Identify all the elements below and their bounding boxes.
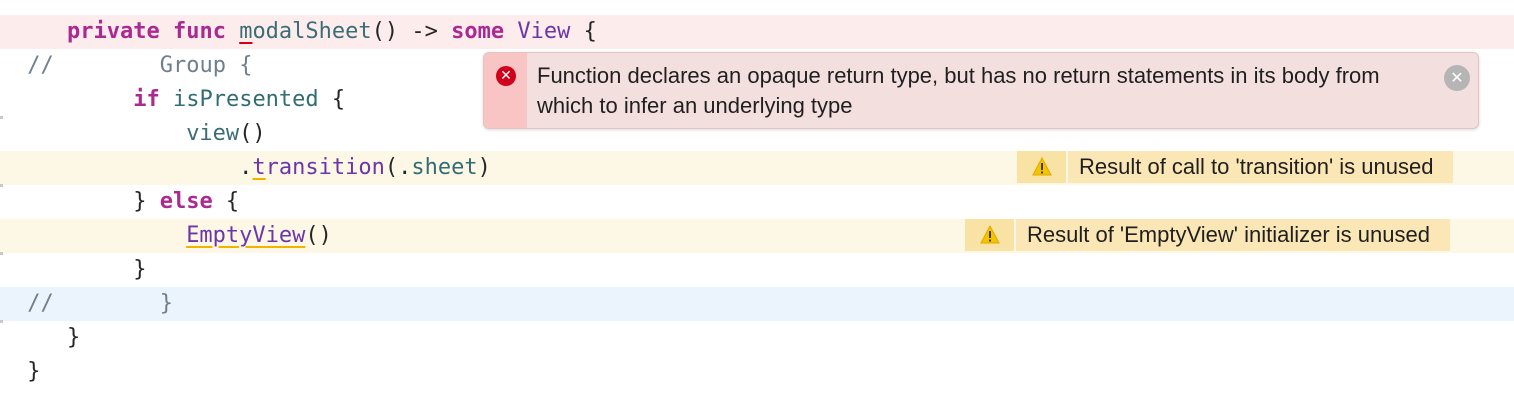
code-line[interactable]: // } xyxy=(0,287,1514,321)
code-token: isPresented xyxy=(172,87,319,112)
warning-triangle-icon xyxy=(1032,157,1052,176)
code-token: private xyxy=(66,19,160,44)
code-token: } xyxy=(159,291,173,316)
code-token: View xyxy=(517,19,571,44)
code-token: } xyxy=(14,189,160,214)
code-token: // xyxy=(14,291,54,316)
close-icon[interactable]: ✕ xyxy=(1444,65,1470,91)
code-token: ) xyxy=(477,155,491,180)
code-token: { xyxy=(212,189,240,214)
code-line[interactable]: } xyxy=(0,253,1514,287)
code-token: () xyxy=(239,121,266,146)
warning-triangle-icon xyxy=(980,225,1000,244)
warning-icon-area xyxy=(1017,151,1066,183)
code-token: t xyxy=(252,155,266,180)
code-line[interactable]: } xyxy=(0,321,1514,355)
code-token: (. xyxy=(384,155,412,180)
code-line[interactable]: } else { xyxy=(0,185,1514,219)
error-popover: ✕ Function declares an opaque return typ… xyxy=(483,52,1479,129)
code-token: EmptyView xyxy=(186,223,306,248)
error-message: Function declares an opaque return type,… xyxy=(537,63,1380,118)
code-token: sheet xyxy=(411,155,478,180)
gutter-marker xyxy=(0,184,3,187)
code-token: ransition xyxy=(265,155,385,180)
code-token: m xyxy=(239,19,253,44)
warning-message: Result of 'EmptyView' initializer is unu… xyxy=(1016,219,1450,251)
warning-message: Result of call to 'transition' is unused xyxy=(1068,151,1454,183)
error-icon-area: ✕ xyxy=(484,53,527,128)
gutter-marker xyxy=(0,320,3,323)
code-token: // xyxy=(14,53,54,78)
error-x-icon: ✕ xyxy=(496,66,516,86)
gutter-marker xyxy=(0,252,3,255)
warning-transition-unused[interactable]: Result of call to 'transition' is unused xyxy=(1017,151,1514,183)
code-token: } xyxy=(14,359,41,384)
code-token: { xyxy=(570,19,597,44)
code-token: } xyxy=(14,325,81,350)
code-line[interactable]: private func modalSheet() -> some View { xyxy=(0,15,1514,49)
code-token: { xyxy=(318,87,346,112)
code-token: if xyxy=(133,87,160,112)
code-token: () xyxy=(305,223,332,248)
code-token: view xyxy=(186,121,240,146)
warning-emptyview-unused[interactable]: Result of 'EmptyView' initializer is unu… xyxy=(965,219,1514,251)
code-token: . xyxy=(14,155,253,180)
warning-icon-area xyxy=(965,219,1014,251)
code-token: else xyxy=(159,189,213,214)
code-token: Group { xyxy=(159,53,253,78)
code-line[interactable]: } xyxy=(0,355,1514,389)
code-token: some xyxy=(451,19,505,44)
gutter-marker xyxy=(0,116,3,119)
code-token: func xyxy=(172,19,226,44)
code-token: odalSheet xyxy=(252,19,372,44)
code-token: } xyxy=(14,257,147,282)
code-token: () -> xyxy=(371,19,452,44)
